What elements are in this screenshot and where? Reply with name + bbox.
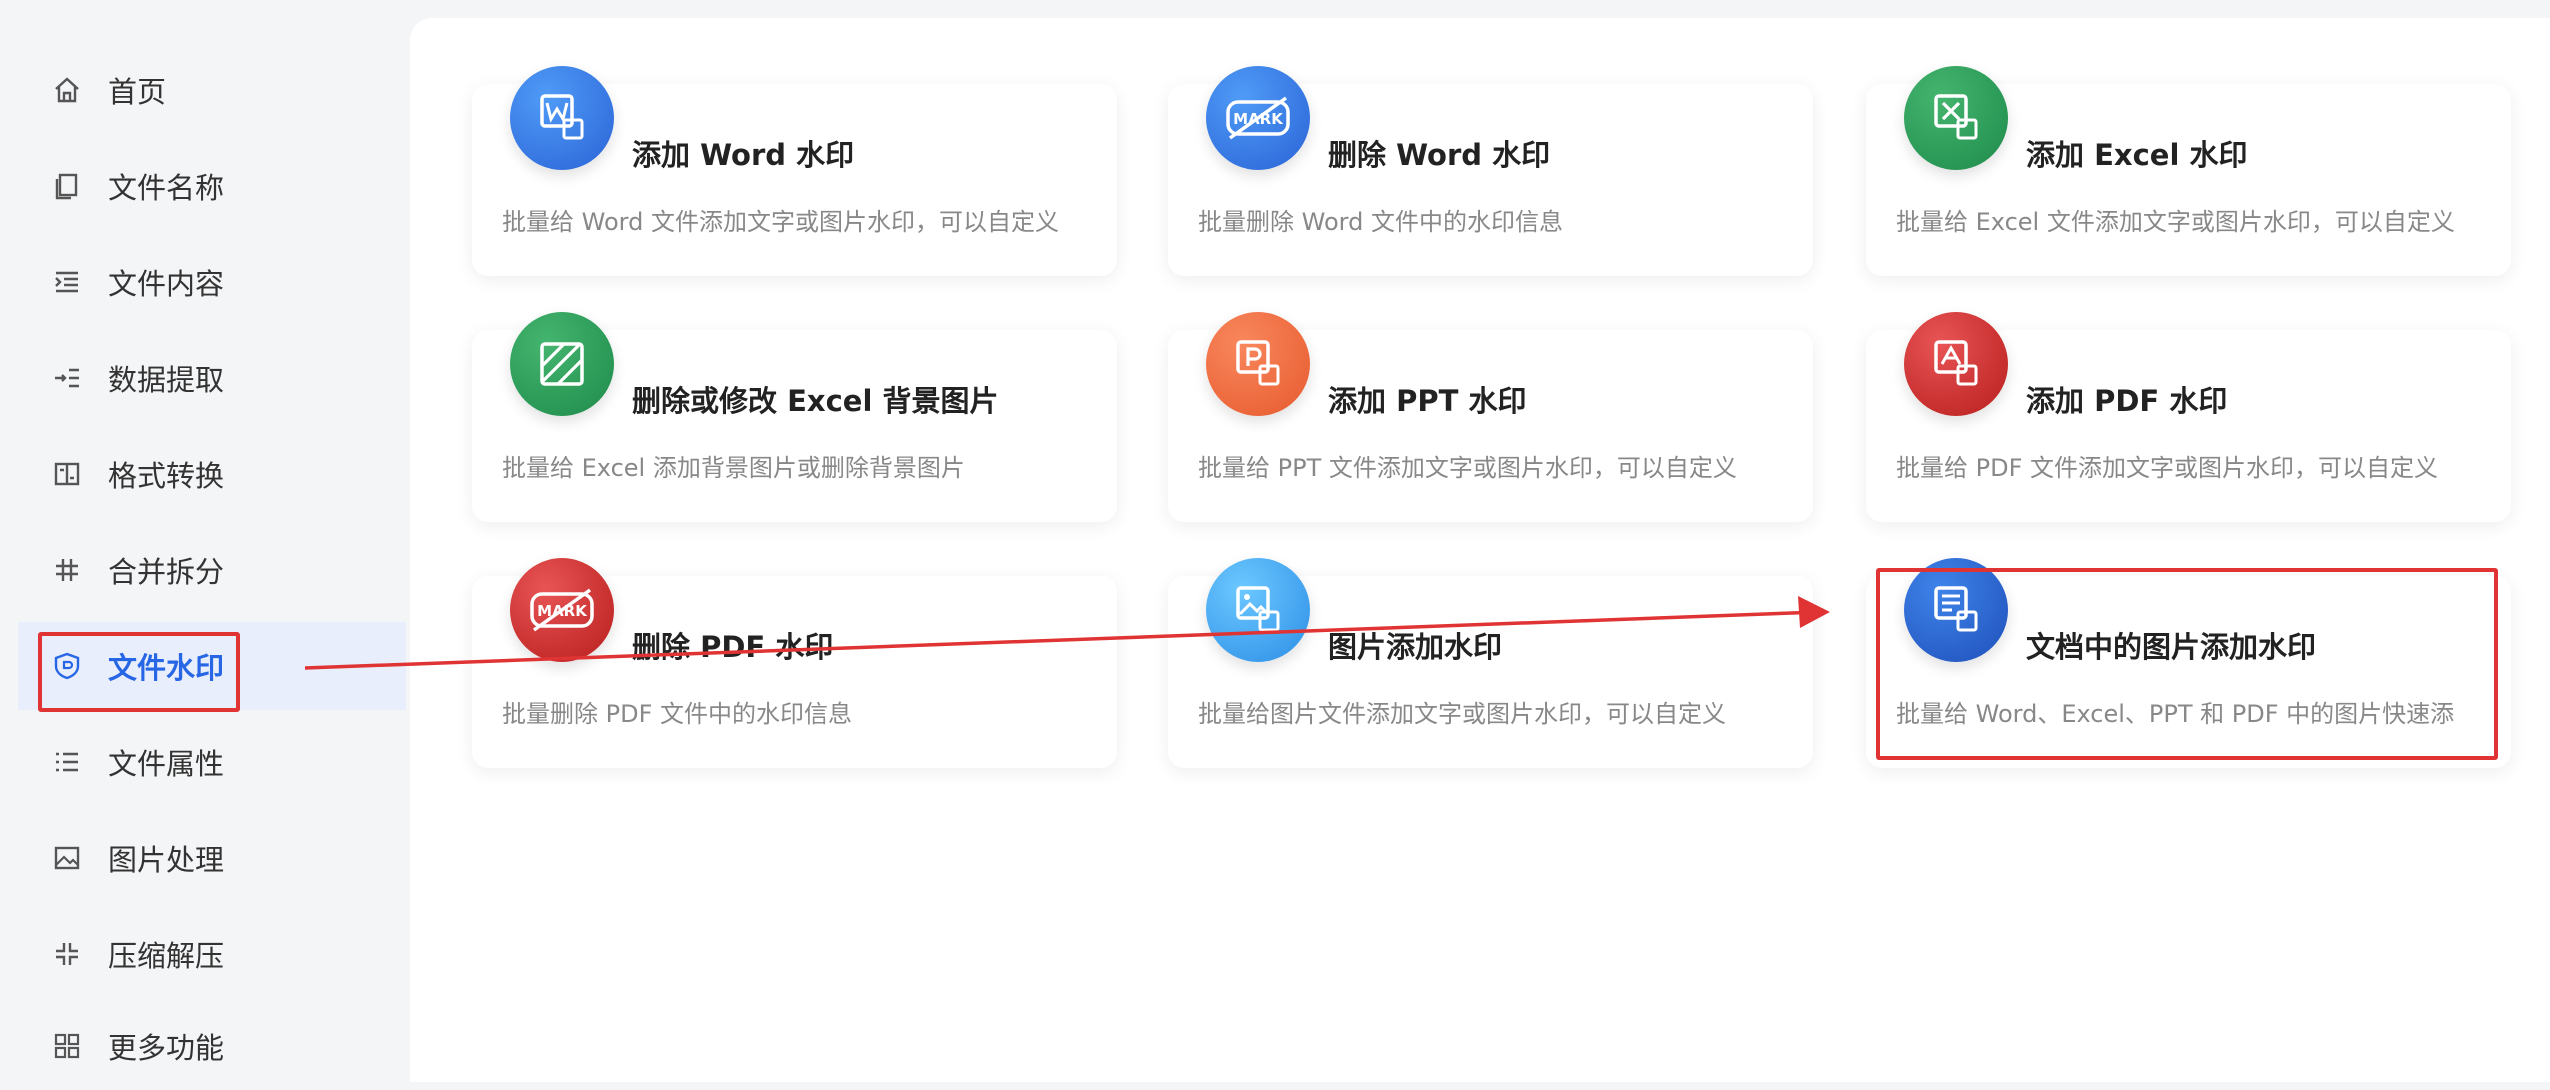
- indent-list-icon: [50, 265, 84, 299]
- image-icon: [50, 841, 84, 875]
- card-remove-word-watermark[interactable]: MARK 删除 Word 水印 批量删除 Word 文件中的水印信息: [1168, 66, 1813, 276]
- hash-icon: [50, 553, 84, 587]
- word-icon: [510, 66, 614, 170]
- sidebar-item-file-watermark[interactable]: 文件水印: [18, 622, 406, 710]
- sidebar-item-label: 数据提取: [108, 363, 225, 397]
- card-title: 删除或修改 Excel 背景图片: [632, 384, 999, 418]
- sidebar-item-file-name[interactable]: 文件名称: [18, 142, 406, 230]
- sidebar-item-label: 文件名称: [108, 171, 225, 205]
- card-add-ppt-watermark[interactable]: 添加 PPT 水印 批量给 PPT 文件添加文字或图片水印，可以自定义: [1168, 312, 1813, 522]
- card-title: 添加 PPT 水印: [1328, 384, 1527, 418]
- card-document-image-watermark[interactable]: 文档中的图片添加水印 批量给 Word、Excel、PPT 和 PDF 中的图片…: [1866, 558, 2511, 768]
- card-description: 批量给 Excel 添加背景图片或删除背景图片: [502, 454, 965, 482]
- home-icon: [50, 73, 84, 107]
- sidebar-item-label: 文件水印: [108, 651, 225, 685]
- sidebar-item-data-extract[interactable]: 数据提取: [18, 334, 406, 422]
- ppt-icon: [1206, 312, 1310, 416]
- extract-icon: [50, 361, 84, 395]
- list-icon: [50, 745, 84, 779]
- sidebar-item-label: 图片处理: [108, 843, 225, 877]
- sidebar-item-image-processing[interactable]: 图片处理: [18, 814, 406, 902]
- card-add-excel-watermark[interactable]: 添加 Excel 水印 批量给 Excel 文件添加文字或图片水印，可以自定义: [1866, 66, 2511, 276]
- sidebar-item-label: 合并拆分: [108, 555, 225, 589]
- card-title: 删除 Word 水印: [1328, 138, 1551, 172]
- card-title: 添加 PDF 水印: [2026, 384, 2228, 418]
- card-add-word-watermark[interactable]: 添加 Word 水印 批量给 Word 文件添加文字或图片水印，可以自定义: [472, 66, 1117, 276]
- sidebar-item-format-convert[interactable]: 格式转换: [18, 430, 406, 518]
- card-description: 批量给 PDF 文件添加文字或图片水印，可以自定义: [1896, 454, 2439, 482]
- sidebar: 首页 文件名称 文件内容 数据提取 格式转换 合并拆分 文件水印 文件属性 图片…: [0, 0, 410, 1082]
- document-image-icon: [1904, 558, 2008, 662]
- mark-remove-icon: MARK: [510, 558, 614, 662]
- sidebar-item-label: 文件属性: [108, 747, 225, 781]
- sidebar-item-label: 压缩解压: [108, 939, 225, 973]
- card-description: 批量给 PPT 文件添加文字或图片水印，可以自定义: [1198, 454, 1737, 482]
- card-title: 图片添加水印: [1328, 630, 1503, 664]
- sidebar-item-home[interactable]: 首页: [18, 46, 406, 134]
- card-excel-background[interactable]: 删除或修改 Excel 背景图片 批量给 Excel 添加背景图片或删除背景图片: [472, 312, 1117, 522]
- pdf-icon: [1904, 312, 2008, 416]
- card-image-watermark[interactable]: 图片添加水印 批量给图片文件添加文字或图片水印，可以自定义: [1168, 558, 1813, 768]
- convert-icon: [50, 457, 84, 491]
- sidebar-item-label: 首页: [108, 75, 167, 109]
- sidebar-item-file-properties[interactable]: 文件属性: [18, 718, 406, 806]
- card-description: 批量删除 Word 文件中的水印信息: [1198, 208, 1563, 236]
- sidebar-item-file-content[interactable]: 文件内容: [18, 238, 406, 326]
- card-description: 批量给 Word 文件添加文字或图片水印，可以自定义: [502, 208, 1059, 236]
- card-description: 批量给 Excel 文件添加文字或图片水印，可以自定义: [1896, 208, 2455, 236]
- card-description: 批量给 Word、Excel、PPT 和 PDF 中的图片快速添: [1896, 700, 2455, 728]
- sidebar-item-label: 更多功能: [108, 1031, 225, 1065]
- mark-remove-icon: MARK: [1206, 66, 1310, 170]
- card-remove-pdf-watermark[interactable]: MARK 删除 PDF 水印 批量删除 PDF 文件中的水印信息: [472, 558, 1117, 768]
- sidebar-item-more[interactable]: 更多功能: [18, 1002, 406, 1090]
- sidebar-item-merge-split[interactable]: 合并拆分: [18, 526, 406, 614]
- compress-icon: [50, 937, 84, 971]
- excel-background-icon: [510, 312, 614, 416]
- image-icon: [1206, 558, 1310, 662]
- sidebar-item-label: 格式转换: [108, 459, 225, 493]
- card-title: 文档中的图片添加水印: [2026, 630, 2317, 664]
- file-copy-icon: [50, 169, 84, 203]
- card-description: 批量给图片文件添加文字或图片水印，可以自定义: [1198, 700, 1726, 728]
- sidebar-item-label: 文件内容: [108, 267, 225, 301]
- excel-icon: [1904, 66, 2008, 170]
- shield-icon: [50, 649, 84, 683]
- card-add-pdf-watermark[interactable]: 添加 PDF 水印 批量给 PDF 文件添加文字或图片水印，可以自定义: [1866, 312, 2511, 522]
- grid-icon: [50, 1029, 84, 1063]
- sidebar-item-compress[interactable]: 压缩解压: [18, 910, 406, 998]
- card-title: 添加 Word 水印: [632, 138, 855, 172]
- card-title: 添加 Excel 水印: [2026, 138, 2248, 172]
- card-description: 批量删除 PDF 文件中的水印信息: [502, 700, 853, 728]
- card-title: 删除 PDF 水印: [632, 630, 834, 664]
